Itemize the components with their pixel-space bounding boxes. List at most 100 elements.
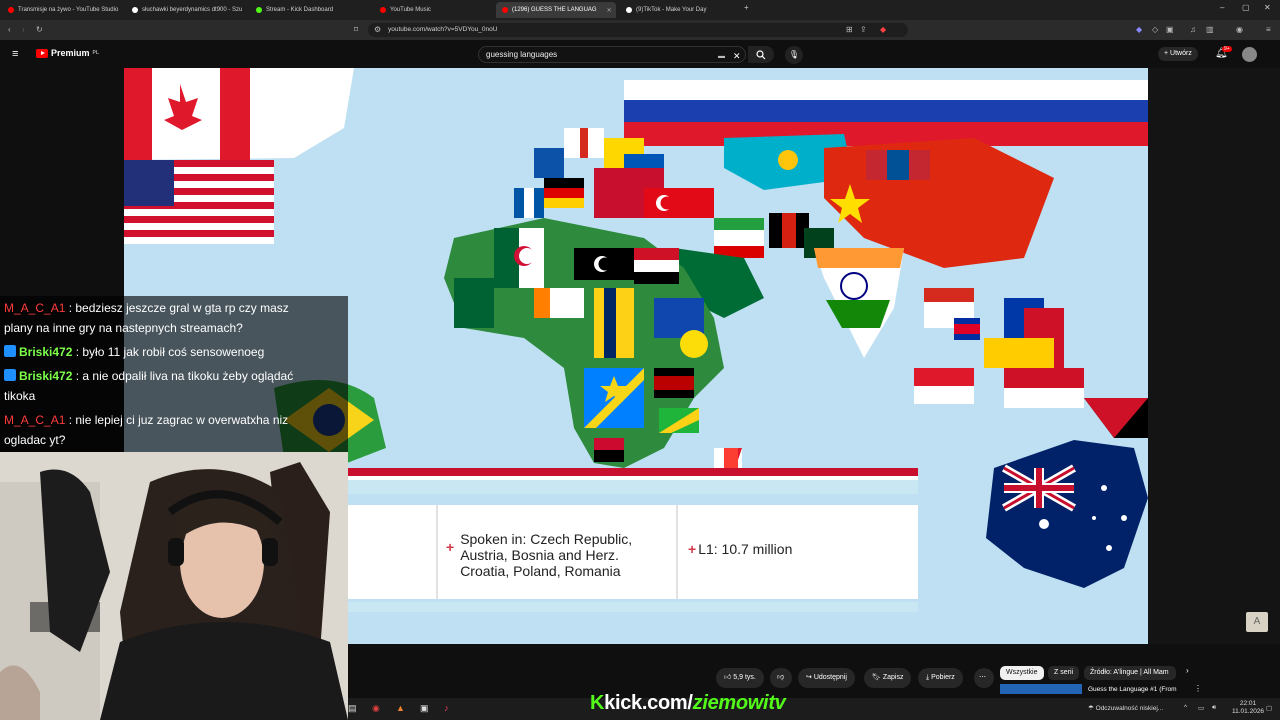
share-button[interactable]: ↪ Udostępnij — [798, 668, 855, 688]
kick-url-prefix: kick.com/ — [604, 692, 693, 714]
tray-chevron-icon[interactable]: ^ — [1184, 704, 1187, 711]
chat-username: M_A_C_A1 — [4, 413, 66, 427]
avatar[interactable] — [1242, 47, 1257, 62]
app-icon[interactable]: ▲ — [396, 703, 405, 713]
chevron-right-icon[interactable]: › — [1186, 666, 1189, 676]
video-actions-bar: 👍︎ 5,9 tys. 👎︎ ↪ Udostępnij 🔖︎ Zapisz ⤓ … — [348, 662, 1280, 694]
obs-icon[interactable]: ◉ — [372, 703, 380, 714]
browser-tab[interactable]: Stream - Kick Dashboard — [250, 2, 370, 18]
translate-icon[interactable]: A — [1246, 612, 1268, 632]
chat-text: : nie lepiej ci juz zagrac w overwatxha … — [68, 413, 289, 427]
new-tab-icon[interactable]: + — [744, 3, 749, 12]
like-button[interactable]: 👍︎ 5,9 tys. — [716, 668, 764, 688]
sidebar-icon[interactable]: ▥ — [1206, 25, 1214, 35]
media-icon[interactable]: ♫ — [1190, 25, 1196, 35]
browser-tab[interactable]: (9)TikTok - Make Your Day — [620, 2, 740, 18]
extension-icon[interactable]: ▣ — [1166, 25, 1174, 35]
taskbar-app-icon[interactable]: ▤ — [348, 703, 357, 714]
clear-search-icon[interactable]: ✕ — [733, 51, 741, 61]
volume-icon[interactable]: 🔊︎ — [1212, 704, 1216, 712]
maximize-icon[interactable]: ▢ — [1242, 3, 1250, 12]
download-label: Pobierz — [931, 674, 955, 681]
weather-widget[interactable]: ☂ Odczuwalność niskiej... — [1088, 704, 1163, 712]
youtube-logo[interactable]: Premium PL — [36, 48, 99, 58]
site-info-icon[interactable]: ⚙ — [374, 25, 381, 35]
like-count: 5,9 tys. — [733, 674, 756, 681]
chat-text: ogladac yt? — [4, 433, 66, 447]
voice-search-button[interactable]: 🎙 — [785, 46, 803, 64]
share-icon[interactable]: ⇪ — [860, 25, 867, 35]
reload-icon[interactable]: ↻ — [36, 25, 43, 35]
chat-message-continued: plany na inne gry na nastepnych streamac… — [4, 317, 243, 339]
related-video-thumbnail[interactable] — [1000, 684, 1082, 694]
youtube-header: ≡ Premium PL guessing languages ▬ ✕ 🎙 + … — [0, 40, 1280, 68]
browser-tab[interactable]: Transmisje na żywo - YouTube Studio — [2, 2, 122, 18]
notifications-icon[interactable]: ▢ — [1266, 704, 1272, 712]
browser-tab[interactable]: YouTube Music — [374, 2, 494, 18]
extension-icon[interactable]: ◆ — [1136, 25, 1142, 35]
search-button[interactable] — [748, 46, 774, 63]
tab-label: słuchawki beyerdynamics dt900 - Szu — [142, 7, 243, 13]
bookmark-icon[interactable]: ⌑ — [354, 25, 358, 35]
browser-tab-active[interactable]: (1296) GUESS THE LANGUAG ✕ — [496, 2, 616, 18]
chat-text: : było 11 jak robił coś sensowenoeg — [75, 345, 265, 359]
spoken-in-box: + Spoken in: Czech Republic, Austria, Bo… — [436, 505, 676, 599]
close-window-icon[interactable]: ✕ — [1264, 3, 1271, 12]
chat-message: Briski472 : było 11 jak robił coś sensow… — [4, 341, 264, 363]
extension-icon[interactable]: ◆ — [880, 25, 886, 35]
language-info-panel: + Spoken in: Czech Republic, Austria, Bo… — [348, 505, 918, 599]
related-more-icon[interactable]: ⋮ — [1194, 684, 1202, 693]
info-box-empty — [348, 505, 436, 599]
clock[interactable]: 22:01 11.01.2026 — [1232, 700, 1264, 716]
install-icon[interactable]: ⊞ — [846, 25, 853, 35]
app-icon[interactable]: ▣ — [420, 703, 429, 714]
back-icon[interactable]: ‹ — [8, 25, 11, 35]
menu-icon[interactable]: ≡ — [1266, 25, 1271, 35]
chip-series[interactable]: Z serii — [1048, 666, 1080, 680]
extension-icon[interactable]: ◇ — [1152, 25, 1158, 35]
more-actions-button[interactable]: ⋯ — [974, 668, 994, 688]
keyboard-icon[interactable]: ▬ — [718, 52, 725, 62]
spoken-in-line: Croatia, Poland, Romania — [460, 563, 621, 579]
create-button[interactable]: + Utwórz — [1158, 47, 1198, 61]
stream-chat-overlay: M_A_C_A1 : bedziesz jeszcze gral w gta r… — [0, 296, 348, 456]
browser-tab[interactable]: słuchawki beyerdynamics dt900 - Szu — [126, 2, 246, 18]
chat-text: plany na inne gry na nastepnych streamac… — [4, 321, 243, 335]
chip-source[interactable]: Źródło: A'lingue | All Mam — [1084, 666, 1176, 680]
chat-username: Briski472 — [19, 345, 73, 359]
more-icon: ⋯ — [979, 674, 986, 681]
webcam-feed — [0, 452, 348, 720]
save-button[interactable]: 🔖︎ Zapisz — [864, 668, 912, 688]
logo-text: Premium — [51, 48, 90, 58]
kick-handle: ziemowitv — [692, 692, 786, 714]
youtube-play-icon — [36, 48, 48, 58]
tab-label: Transmisje na żywo - YouTube Studio — [18, 7, 119, 13]
google-icon — [132, 7, 138, 13]
chat-text: : bedziesz jeszcze gral w gta rp czy mas… — [68, 301, 289, 315]
clock-time: 22:01 — [1239, 700, 1257, 707]
tiktok-app-icon[interactable]: ♪ — [444, 703, 449, 713]
tiktok-icon — [626, 7, 632, 13]
hamburger-menu-icon[interactable]: ≡ — [12, 49, 18, 60]
logo-country: PL — [92, 50, 99, 56]
download-button[interactable]: ⤓ Pobierz — [918, 668, 963, 688]
related-video-title[interactable]: Guess the Language #1 (From — [1088, 686, 1177, 693]
l1-speakers-box: + L1: 10.7 million — [676, 505, 918, 599]
plus-icon: + — [688, 541, 697, 557]
url-field[interactable]: youtube.com/watch?v=5VDYou_0noU — [368, 23, 908, 37]
minimize-icon[interactable]: – — [1220, 3, 1224, 12]
chip-all[interactable]: Wszystkie — [1000, 666, 1044, 680]
search-input[interactable]: guessing languages — [478, 46, 746, 63]
chat-username: M_A_C_A1 — [4, 301, 66, 315]
chat-text: : a nie odpalił liva na tikoku żeby oglą… — [75, 369, 294, 383]
network-icon[interactable]: ▭ — [1198, 704, 1204, 712]
dislike-button[interactable]: 👎︎ — [770, 668, 792, 688]
profile-icon[interactable]: ◉ — [1236, 25, 1243, 35]
tab-label: (9)TikTok - Make Your Day — [636, 7, 707, 13]
address-bar-row: ‹ › ↻ ⌑ youtube.com/watch?v=5VDYou_0noU … — [0, 20, 1280, 40]
download-icon: ⤓ — [926, 674, 930, 681]
page-background — [1148, 68, 1280, 644]
close-tab-icon[interactable]: ✕ — [607, 7, 612, 14]
thumbs-up-icon: 👍︎ — [724, 674, 732, 681]
forward-icon[interactable]: › — [22, 25, 25, 35]
